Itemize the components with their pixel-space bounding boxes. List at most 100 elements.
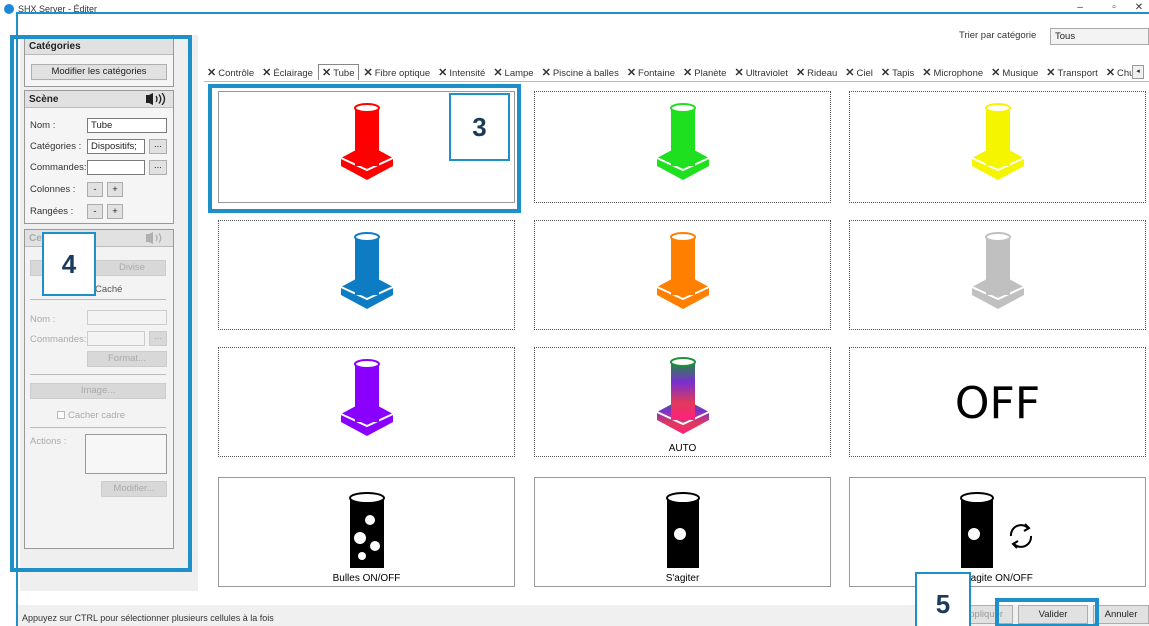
tab-item[interactable]: ✕ Rideau (793, 65, 840, 81)
columns-plus-button[interactable]: + (107, 182, 123, 197)
callout-5: 5 (915, 572, 971, 626)
scene-panel: Scène Nom : Tube Catégories : Dispositif… (24, 90, 174, 224)
tab-scroll-button[interactable]: ◂ (1132, 65, 1144, 79)
scene-cell[interactable]: S'agite ON/OFF (849, 477, 1146, 587)
tab-item[interactable]: ✕ Tapis (878, 65, 917, 81)
cycle-icon (1003, 518, 1039, 557)
actions-label: Actions : (30, 436, 67, 447)
tab-item[interactable]: ✕ Piscine à balles (539, 65, 622, 81)
rows-label: Rangées : (30, 206, 74, 217)
checkbox-icon (57, 411, 65, 419)
close-tab-icon[interactable]: ✕ (207, 67, 216, 79)
scene-commands-input[interactable] (87, 160, 145, 175)
scene-cell[interactable] (218, 347, 515, 457)
cell-commands-browse-button: ... (149, 331, 167, 346)
tab-label: Éclairage (273, 68, 313, 79)
categories-panel: Catégories Modifier les catégories (24, 37, 174, 87)
tab-item[interactable]: ✕ Tube (317, 64, 359, 80)
close-tab-icon[interactable]: ✕ (683, 67, 692, 79)
tab-item[interactable]: ✕ Ciel (842, 65, 876, 81)
scene-cell[interactable]: Bulles ON/OFF (218, 477, 515, 587)
separator (30, 374, 166, 375)
scene-cell[interactable] (534, 220, 831, 330)
callout-4: 4 (42, 232, 96, 296)
tab-item[interactable]: ✕ Éclairage (259, 65, 316, 81)
close-tab-icon[interactable]: ✕ (542, 67, 551, 79)
tab-label: Rideau (807, 68, 838, 79)
tube-icon (219, 231, 514, 314)
close-tab-icon[interactable]: ✕ (991, 67, 1000, 79)
hide-frame-label: Cacher cadre (68, 410, 126, 421)
scene-commands-label: Commandes: (30, 162, 87, 173)
tube-icon (850, 231, 1145, 314)
scene-commands-browse-button[interactable]: ... (149, 160, 167, 175)
tab-label: Piscine à balles (552, 68, 619, 79)
scene-categories-input[interactable]: Dispositifs; (87, 139, 145, 154)
close-tab-icon[interactable]: ✕ (322, 67, 331, 79)
tab-item[interactable]: ✕ Ultraviolet (731, 65, 790, 81)
scene-cell[interactable] (218, 220, 515, 330)
scene-header: Scène (25, 91, 173, 108)
tab-item[interactable]: ✕ Intensité (435, 65, 488, 81)
scene-cell[interactable] (534, 91, 831, 203)
scene-cell[interactable]: OFF (849, 347, 1146, 457)
scene-grid: AUTO OFF Bulles ON/OFF S'agiter S'agite ON/O… (204, 83, 1149, 598)
tab-item[interactable]: ✕ Contrôle (204, 65, 257, 81)
cell-commands-input (87, 331, 145, 346)
tab-label: Ultraviolet (745, 68, 788, 79)
close-tab-icon[interactable]: ✕ (627, 67, 636, 79)
minimize-button[interactable]: – (1070, 2, 1090, 16)
close-tab-icon[interactable]: ✕ (493, 67, 502, 79)
scene-cell[interactable] (849, 220, 1146, 330)
maximize-button[interactable]: ▫ (1104, 2, 1124, 16)
cancel-button[interactable]: Annuler (1093, 605, 1149, 624)
scene-categories-label: Catégories : (30, 141, 82, 152)
hide-frame-checkbox: Cacher cadre (57, 410, 125, 421)
tab-item[interactable]: ✕ Musique (988, 65, 1041, 81)
close-tab-icon[interactable]: ✕ (734, 67, 743, 79)
actions-list (85, 434, 167, 474)
close-tab-icon[interactable]: ✕ (364, 67, 373, 79)
tab-label: Tube (333, 68, 355, 79)
cell-label: S'agite ON/OFF (962, 573, 1033, 584)
scene-cell[interactable]: S'agiter (534, 477, 831, 587)
close-tab-icon[interactable]: ✕ (262, 67, 271, 79)
close-button[interactable]: ✕ (1129, 2, 1149, 16)
close-tab-icon[interactable]: ✕ (796, 67, 805, 79)
tab-label: Transport (1057, 68, 1098, 79)
close-tab-icon[interactable]: ✕ (922, 67, 931, 79)
rows-plus-button[interactable]: + (107, 204, 123, 219)
columns-label: Colonnes : (30, 184, 76, 195)
close-tab-icon[interactable]: ✕ (881, 67, 890, 79)
tab-item[interactable]: ✕ Transport (1043, 65, 1101, 81)
validate-button[interactable]: Valider (1018, 605, 1088, 624)
tab-label: Ciel (856, 68, 873, 79)
scene-cell[interactable] (849, 91, 1146, 203)
close-tab-icon[interactable]: ✕ (845, 67, 854, 79)
shake-auto-icon (850, 490, 1145, 573)
tab-item[interactable]: ✕ Lampe (490, 65, 536, 81)
tab-item[interactable]: ✕ Fontaine (624, 65, 678, 81)
rows-minus-button[interactable]: - (87, 204, 103, 219)
tab-item[interactable]: ✕ Fibre optique (361, 65, 434, 81)
sort-category-select[interactable]: Tous (1050, 28, 1149, 45)
scene-name-input[interactable]: Tube (87, 118, 167, 133)
scene-header-label: Scène (29, 94, 59, 105)
close-tab-icon[interactable]: ✕ (1106, 67, 1115, 79)
scene-cell[interactable]: AUTO (534, 347, 831, 457)
hidden-label: Caché (95, 284, 123, 295)
tab-item[interactable]: ✕ Microphone (919, 65, 986, 81)
edit-categories-button[interactable]: Modifier les catégories (31, 64, 167, 80)
tab-item[interactable]: ✕ Planète (680, 65, 729, 81)
sound-icon[interactable] (145, 92, 167, 108)
app-icon (4, 4, 14, 14)
columns-minus-button[interactable]: - (87, 182, 103, 197)
close-tab-icon[interactable]: ✕ (438, 67, 447, 79)
scene-categories-browse-button[interactable]: ... (149, 139, 167, 154)
modify-actions-button: Modifier... (101, 481, 167, 497)
tab-label: Musique (1002, 68, 1039, 79)
cell-name-label: Nom : (30, 314, 56, 325)
close-tab-icon[interactable]: ✕ (1046, 67, 1055, 79)
title-bar: SHX Server - Éditer – ▫ ✕ (0, 0, 1149, 20)
tab-label: Fibre optique (374, 68, 431, 79)
